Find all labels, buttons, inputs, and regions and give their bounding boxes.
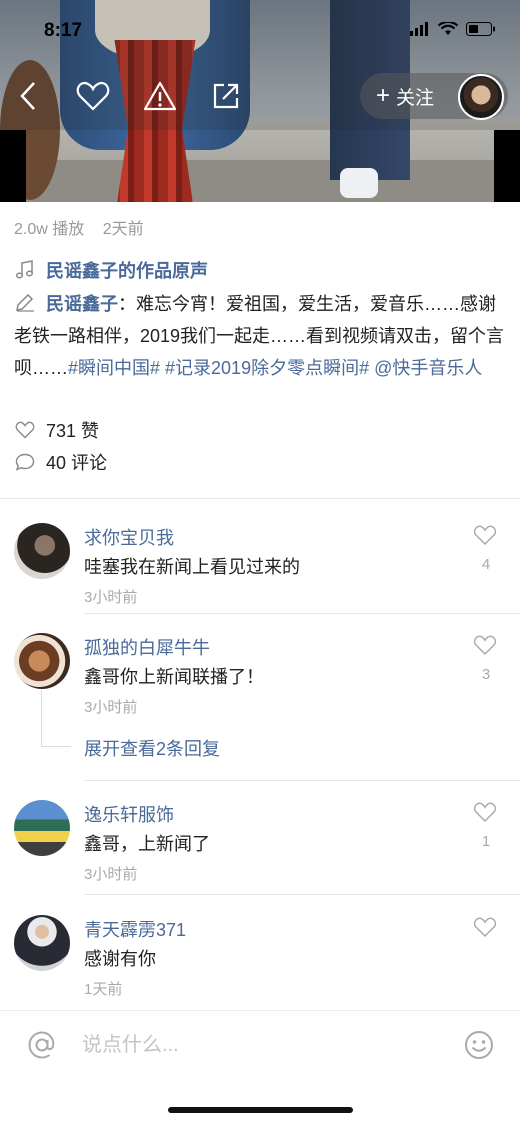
video-meta: 2.0w 播放 2天前 <box>14 215 158 239</box>
song-link[interactable]: 民谣鑫子的作品原声 <box>14 257 208 283</box>
status-bar: 8:17 <box>0 0 520 60</box>
comment-input-bar <box>0 1010 520 1080</box>
comment-like-count: 3 <box>481 666 491 683</box>
chevron-left-icon <box>20 82 35 110</box>
comment-like-icon[interactable] <box>473 801 497 823</box>
wifi-icon <box>438 22 458 35</box>
commenter-name[interactable]: 逸乐轩服饰 <box>84 801 174 827</box>
commenter-avatar[interactable] <box>14 915 70 971</box>
author-avatar[interactable] <box>458 74 504 120</box>
comment-like-count: 4 <box>481 556 491 573</box>
comment-item[interactable]: 孤独的白犀牛牛 鑫哥你上新闻联播了！ 3小时前 3 <box>0 633 520 743</box>
comment-text: 哇塞我在新闻上看见过来的 <box>84 557 300 577</box>
at-mention-icon[interactable] <box>26 1029 58 1061</box>
section-divider <box>0 498 520 499</box>
comment-text: 感谢有你 <box>84 949 156 969</box>
video-frame-shoe <box>340 168 378 198</box>
warning-triangle-icon <box>143 81 177 111</box>
like-video-button[interactable] <box>75 78 111 114</box>
battery-icon <box>466 22 495 36</box>
comment-like-icon[interactable] <box>473 524 497 546</box>
comment-time: 1天前 <box>84 981 123 998</box>
comment-text: 鑫哥你上新闻联播了！ <box>84 667 264 687</box>
video-letterbox-left <box>0 130 26 202</box>
follow-label: 关注 <box>396 87 435 109</box>
music-note-icon <box>14 259 36 281</box>
comment-like-icon[interactable] <box>473 634 497 656</box>
comment-item[interactable]: 求你宝贝我 哇塞我在新闻上看见过来的 3小时前 4 <box>0 523 520 633</box>
heart-small-icon <box>14 419 36 441</box>
caption-mention[interactable]: @快手音乐人 <box>374 358 482 378</box>
comment-divider <box>84 894 520 895</box>
comments-count: 40 评论 <box>46 453 108 473</box>
back-button[interactable] <box>10 78 46 114</box>
share-button[interactable] <box>208 78 244 114</box>
commenter-name[interactable]: 求你宝贝我 <box>84 524 174 550</box>
comment-bubble-icon <box>14 451 36 473</box>
play-count: 2.0w 播放 <box>14 221 85 238</box>
reply-thread-line <box>41 690 71 747</box>
report-button[interactable] <box>142 78 178 114</box>
commenter-name[interactable]: 青天霹雳371 <box>84 916 186 942</box>
heart-outline-icon <box>76 81 110 111</box>
commenter-avatar[interactable] <box>14 800 70 856</box>
comment-time: 3小时前 <box>84 866 138 883</box>
caption-author[interactable]: 民谣鑫子 <box>46 294 118 314</box>
comment-divider <box>84 613 520 614</box>
commenter-avatar[interactable] <box>14 633 70 689</box>
video-frame-step <box>0 160 520 202</box>
commenter-avatar[interactable] <box>14 523 70 579</box>
home-indicator <box>168 1107 353 1113</box>
emoji-icon[interactable] <box>463 1029 495 1061</box>
comment-like-count: 1 <box>481 833 491 850</box>
status-time: 8:17 <box>44 20 83 41</box>
comment-item[interactable]: 青天霹雳371 感谢有你 1天前 <box>0 915 520 1025</box>
likes-row[interactable]: 731 赞 <box>14 417 99 443</box>
expand-replies-link[interactable]: 展开查看2条回复 <box>84 735 220 761</box>
comment-input[interactable] <box>82 1027 442 1063</box>
plus-icon: + <box>376 82 391 109</box>
post-time: 2天前 <box>102 221 144 238</box>
comment-divider <box>84 780 520 781</box>
comments-row[interactable]: 40 评论 <box>14 449 107 475</box>
commenter-name[interactable]: 孤独的白犀牛牛 <box>84 634 210 660</box>
comment-time: 3小时前 <box>84 589 138 606</box>
video-caption: 民谣鑫子：难忘今宵！爱祖国，爱生活，爱音乐……感谢老铁一路相伴，2019我们一起… <box>14 288 510 384</box>
status-icons <box>410 22 496 36</box>
video-letterbox-right <box>494 130 520 202</box>
comment-time: 3小时前 <box>84 699 138 716</box>
comment-text: 鑫哥，上新闻了 <box>84 834 210 854</box>
comment-like-icon[interactable] <box>473 916 497 938</box>
pen-icon <box>16 294 34 312</box>
caption-hashtags[interactable]: #瞬间中国# #记录2019除夕零点瞬间# <box>68 358 369 378</box>
signal-icon <box>410 22 428 36</box>
likes-count: 731 赞 <box>46 421 100 441</box>
song-title: 民谣鑫子的作品原声 <box>46 261 208 281</box>
share-external-icon <box>213 83 239 109</box>
